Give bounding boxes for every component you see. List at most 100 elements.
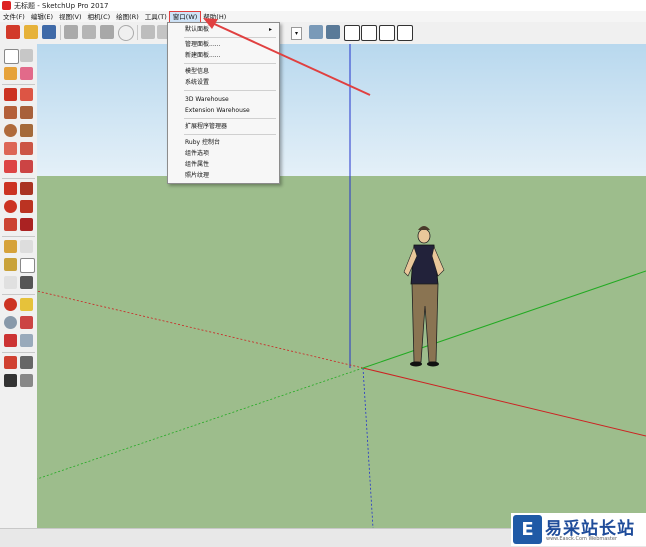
zoom-icon[interactable] — [4, 316, 17, 329]
menu-item-photo-textures[interactable]: 照片纹理 — [168, 171, 279, 180]
new-file-icon[interactable] — [6, 25, 20, 39]
select-icon[interactable] — [4, 49, 19, 64]
tape-measure-icon[interactable] — [4, 240, 17, 253]
title-bar: 无标题 - SketchUp Pro 2017 — [0, 0, 646, 11]
toolbar-separator — [60, 25, 61, 40]
model-axes — [37, 44, 646, 528]
menu-item-default-tray[interactable]: 默认面板 ▸ — [168, 25, 279, 34]
menu-draw[interactable]: 绘图(R) — [113, 12, 142, 22]
arc-icon[interactable] — [4, 142, 17, 155]
walk-icon[interactable] — [4, 374, 17, 387]
offset-icon[interactable] — [20, 218, 33, 231]
left-view-icon[interactable] — [397, 25, 413, 41]
section-plane-icon[interactable] — [20, 374, 33, 387]
paste-icon[interactable] — [100, 25, 114, 39]
menu-item-label: 3D Warehouse — [185, 96, 229, 103]
circle-icon[interactable] — [4, 124, 17, 137]
menu-item-preferences[interactable]: 系统设置 — [168, 78, 279, 87]
menu-camera[interactable]: 相机(C) — [85, 12, 114, 22]
top-view-icon[interactable] — [326, 25, 340, 39]
red-axis-negative — [37, 290, 364, 369]
window-menu-dropdown: 默认面板 ▸ 管理面板...... 新建面板...... 模型信息 系统设置 3… — [167, 22, 280, 184]
erase-icon[interactable] — [118, 25, 134, 41]
undo-icon[interactable] — [141, 25, 155, 39]
line-tool-icon[interactable] — [4, 88, 17, 101]
menu-file[interactable]: 文件(F) — [0, 12, 28, 22]
top-toolbar: ▾ — [0, 22, 646, 45]
rotate-icon[interactable] — [4, 200, 17, 213]
rectangle-icon[interactable] — [4, 106, 17, 119]
menu-edit[interactable]: 编辑(E) — [28, 12, 56, 22]
menu-tools[interactable]: 工具(T) — [142, 12, 170, 22]
menu-separator — [184, 134, 276, 135]
eraser-icon[interactable] — [20, 67, 33, 80]
open-folder-icon[interactable] — [24, 25, 38, 39]
menu-window[interactable]: 窗口(W) — [168, 10, 202, 23]
pie-icon[interactable] — [20, 160, 33, 173]
red-axis-positive — [362, 367, 646, 437]
toolbar-separator — [137, 25, 138, 40]
menu-separator — [184, 118, 276, 119]
scale-icon[interactable] — [4, 218, 17, 231]
submenu-arrow-icon: ▸ — [269, 26, 273, 33]
left-toolbar-separator — [2, 84, 35, 85]
dimension-icon[interactable] — [20, 240, 33, 253]
protractor-icon[interactable] — [4, 258, 17, 271]
orbit-icon[interactable] — [4, 298, 17, 311]
copy-icon[interactable] — [82, 25, 96, 39]
text-tool-icon[interactable] — [20, 258, 35, 273]
menu-item-label: 默认面板 — [185, 26, 210, 33]
left-toolbar-separator — [2, 352, 35, 353]
menu-item-label: Extension Warehouse — [185, 107, 250, 114]
watermark-subtext: www.Easck.Com Webmaster — [546, 536, 618, 542]
person-figure — [403, 226, 445, 367]
axes-tool-icon[interactable] — [4, 276, 17, 289]
right-view-icon[interactable] — [361, 25, 377, 41]
menu-item-ruby-console[interactable]: Ruby 控制台 — [168, 138, 279, 147]
menu-item-label: 组件选项 — [185, 150, 210, 157]
zoom-extents-icon[interactable] — [4, 334, 17, 347]
rotated-rectangle-icon[interactable] — [20, 106, 33, 119]
menu-item-new-tray[interactable]: 新建面板...... — [168, 51, 279, 60]
cut-icon[interactable] — [64, 25, 78, 39]
back-view-icon[interactable] — [379, 25, 395, 41]
pan-icon[interactable] — [20, 298, 33, 311]
menu-item-label: 扩展程序管理器 — [185, 123, 228, 130]
two-point-arc-icon[interactable] — [20, 142, 33, 155]
menu-item-component-options[interactable]: 组件选项 — [168, 149, 279, 158]
polygon-icon[interactable] — [20, 124, 33, 137]
zoom-window-icon[interactable] — [20, 316, 33, 329]
move-icon[interactable] — [4, 182, 17, 195]
green-axis-negative — [37, 367, 364, 480]
green-axis-positive — [362, 270, 646, 369]
style-dropdown[interactable]: ▾ — [291, 27, 302, 40]
left-toolbar-separator — [2, 294, 35, 295]
position-camera-icon[interactable] — [4, 356, 17, 369]
menu-item-manage-trays[interactable]: 管理面板...... — [168, 40, 279, 49]
menu-item-3d-warehouse[interactable]: 3D Warehouse — [168, 95, 279, 104]
iso-view-icon[interactable] — [309, 25, 323, 39]
front-view-icon[interactable] — [344, 25, 360, 41]
follow-me-icon[interactable] — [20, 200, 33, 213]
menu-item-model-info[interactable]: 模型信息 — [168, 67, 279, 76]
menu-item-extension-warehouse[interactable]: Extension Warehouse — [168, 106, 279, 115]
freehand-icon[interactable] — [20, 88, 33, 101]
component-icon[interactable] — [20, 49, 33, 62]
previous-view-icon[interactable] — [20, 334, 33, 347]
sketchup-logo-icon — [2, 1, 11, 10]
menu-item-label: 照片纹理 — [185, 172, 210, 179]
menu-item-extension-manager[interactable]: 扩展程序管理器 — [168, 122, 279, 131]
look-around-icon[interactable] — [20, 356, 33, 369]
menu-help[interactable]: 帮助(H) — [200, 12, 229, 22]
3d-text-icon[interactable] — [20, 276, 33, 289]
menu-item-component-attributes[interactable]: 组件属性 — [168, 160, 279, 169]
menu-item-label: 管理面板...... — [185, 41, 221, 48]
menu-separator — [184, 90, 276, 91]
save-icon[interactable] — [42, 25, 56, 39]
three-point-arc-icon[interactable] — [4, 160, 17, 173]
menu-view[interactable]: 视图(V) — [56, 12, 85, 22]
paint-bucket-icon[interactable] — [4, 67, 17, 80]
drawing-viewport[interactable] — [37, 44, 646, 528]
push-pull-icon[interactable] — [20, 182, 33, 195]
menu-item-label: 新建面板...... — [185, 52, 221, 59]
